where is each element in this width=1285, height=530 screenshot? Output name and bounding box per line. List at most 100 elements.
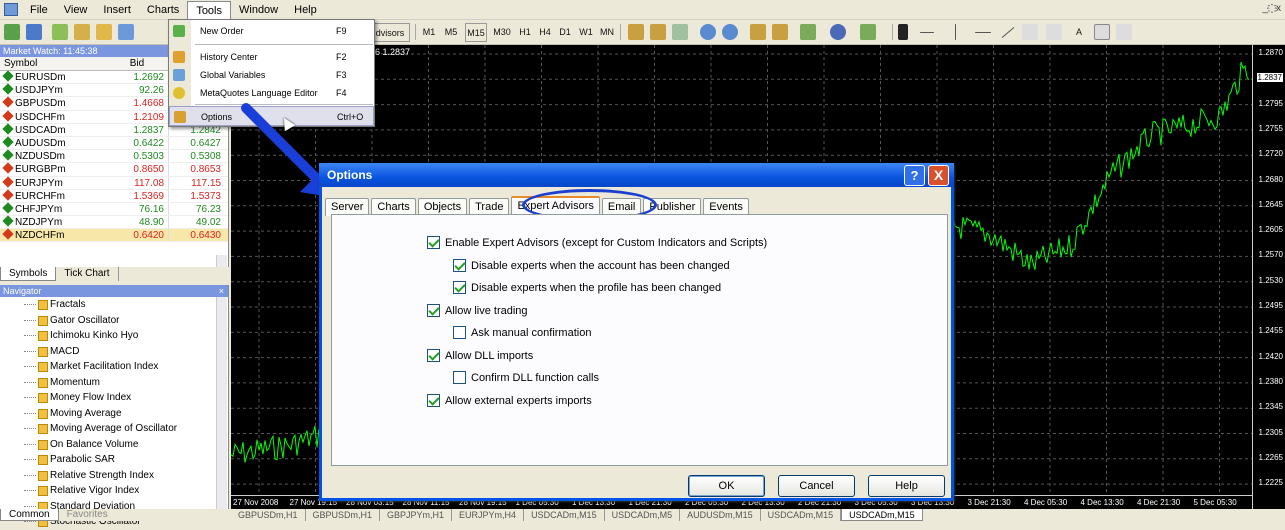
new-chart-icon[interactable] bbox=[4, 24, 20, 40]
chart-tab[interactable]: AUDUSDm,M15 bbox=[680, 509, 761, 521]
chart-tab[interactable]: USDCADm,M15 bbox=[761, 509, 842, 521]
column-bid[interactable]: Bid bbox=[110, 57, 169, 70]
expert-advisors-button[interactable]: dvisors bbox=[370, 23, 410, 42]
profiles-icon[interactable] bbox=[26, 24, 42, 40]
navigator-item[interactable]: Relative Strength Index bbox=[0, 468, 228, 484]
navigator-icon[interactable] bbox=[96, 24, 112, 40]
chart-tab[interactable]: GBPUSDm,H1 bbox=[231, 509, 306, 521]
tab-tick-chart[interactable]: Tick Chart bbox=[56, 267, 119, 281]
checkbox[interactable] bbox=[453, 371, 466, 384]
periods-icon[interactable] bbox=[830, 24, 846, 40]
timeframe-d1[interactable]: D1 bbox=[557, 23, 573, 42]
indicators-icon[interactable] bbox=[800, 24, 816, 40]
option-allow-live-trading[interactable]: Allow live trading bbox=[427, 304, 528, 317]
navigator-item[interactable]: Parabolic SAR bbox=[0, 452, 228, 468]
navigator-item[interactable]: Market Facilitation Index bbox=[0, 359, 228, 375]
chart-tab[interactable]: GBPUSDm,H1 bbox=[306, 509, 381, 521]
navigator-item[interactable]: On Balance Volume bbox=[0, 437, 228, 453]
menu-tools[interactable]: Tools bbox=[187, 0, 231, 21]
navigator-item[interactable]: Ichimoku Kinko Hyo bbox=[0, 328, 228, 344]
menu-global-variables[interactable]: Global Variables F3 bbox=[169, 65, 374, 85]
timeframe-mn[interactable]: MN bbox=[598, 23, 616, 42]
checkbox[interactable] bbox=[453, 326, 466, 339]
help-icon[interactable]: ? bbox=[904, 165, 925, 186]
checkbox[interactable] bbox=[427, 349, 440, 362]
navigator-item[interactable]: Fractals bbox=[0, 297, 228, 313]
option-allow-external-imports[interactable]: Allow external experts imports bbox=[427, 394, 592, 407]
close-icon[interactable]: × bbox=[219, 285, 224, 297]
line-chart-icon[interactable] bbox=[672, 24, 688, 40]
text-label-icon[interactable] bbox=[1094, 24, 1110, 40]
navigator-item[interactable]: Money Flow Index bbox=[0, 390, 228, 406]
navigator-scrollbar[interactable] bbox=[216, 297, 227, 509]
minimize-button[interactable]: _ bbox=[1262, 3, 1268, 14]
chart-tab[interactable]: GBPJPYm,H1 bbox=[380, 509, 453, 521]
option-disable-on-account-change[interactable]: Disable experts when the account has bee… bbox=[453, 259, 730, 272]
menu-history-center[interactable]: History Center F2 bbox=[169, 47, 374, 67]
tab-favorites[interactable]: Favorites bbox=[59, 509, 116, 521]
checkbox[interactable] bbox=[427, 236, 440, 249]
trendline-icon[interactable] bbox=[1001, 26, 1015, 39]
chart-tab[interactable]: USDCADm,M15 bbox=[841, 509, 923, 521]
close-dialog-icon[interactable]: X bbox=[928, 165, 949, 186]
navigator-item[interactable]: MACD bbox=[0, 344, 228, 360]
market-watch-row[interactable]: EURJPYm 117.08 117.15 bbox=[0, 175, 228, 190]
menu-window[interactable]: Window bbox=[231, 1, 286, 19]
autoscroll-icon[interactable] bbox=[750, 24, 766, 40]
timeframe-h4[interactable]: H4 bbox=[537, 23, 553, 42]
bar-chart-icon[interactable] bbox=[628, 24, 644, 40]
market-watch-icon[interactable] bbox=[52, 24, 68, 40]
market-watch-row[interactable]: EURCHFm 1.5369 1.5373 bbox=[0, 189, 228, 203]
candlestick-icon[interactable] bbox=[650, 24, 666, 40]
menu-new-order[interactable]: New Order F9 bbox=[169, 21, 374, 41]
chart-tab[interactable]: EURJPYm,H4 bbox=[452, 509, 525, 521]
tab-common[interactable]: Common bbox=[0, 509, 59, 521]
zoom-out-icon[interactable] bbox=[722, 24, 738, 40]
market-watch-row[interactable]: AUDUSDm 0.6422 0.6427 bbox=[0, 136, 228, 151]
option-allow-dll-imports[interactable]: Allow DLL imports bbox=[427, 349, 533, 362]
menu-help[interactable]: Help bbox=[286, 1, 325, 19]
terminal-icon[interactable] bbox=[118, 24, 134, 40]
fibonacci-icon[interactable] bbox=[1046, 24, 1062, 40]
option-enable-expert-advisors[interactable]: Enable Expert Advisors (except for Custo… bbox=[427, 236, 767, 249]
option-ask-manual-confirmation[interactable]: Ask manual confirmation bbox=[453, 326, 591, 339]
cancel-button[interactable]: Cancel bbox=[778, 475, 855, 497]
market-watch-row[interactable]: NZDCHFm 0.6420 0.6430 bbox=[0, 228, 228, 243]
navigator-item[interactable]: Gator Oscillator bbox=[0, 313, 228, 329]
cursor-icon[interactable] bbox=[898, 24, 908, 40]
market-watch-row[interactable]: NZDUSDm 0.5303 0.5308 bbox=[0, 149, 228, 164]
option-confirm-dll-calls[interactable]: Confirm DLL function calls bbox=[453, 371, 599, 384]
checkbox[interactable] bbox=[427, 394, 440, 407]
chart-tab[interactable]: USDCADm,M5 bbox=[605, 509, 681, 521]
chart-shift-icon[interactable] bbox=[772, 24, 788, 40]
checkbox[interactable] bbox=[453, 281, 466, 294]
menu-insert[interactable]: Insert bbox=[95, 1, 139, 19]
text-tool-button[interactable]: A bbox=[1072, 23, 1086, 42]
chart-tab[interactable]: USDCADm,M15 bbox=[524, 509, 605, 521]
column-symbol[interactable]: Symbol bbox=[0, 57, 110, 70]
menu-view[interactable]: View bbox=[56, 1, 96, 19]
checkbox[interactable] bbox=[427, 304, 440, 317]
horizontal-line-icon[interactable] bbox=[975, 32, 991, 33]
navigator-item[interactable]: Moving Average of Oscillator bbox=[0, 421, 228, 437]
timeframe-h1[interactable]: H1 bbox=[517, 23, 533, 42]
vertical-line-icon[interactable] bbox=[955, 24, 956, 40]
channel-icon[interactable] bbox=[1022, 24, 1038, 40]
templates-icon[interactable] bbox=[860, 24, 876, 40]
timeframe-m5[interactable]: M5 bbox=[442, 23, 460, 42]
timeframe-m15[interactable]: M15 bbox=[465, 23, 487, 42]
arrows-icon[interactable] bbox=[1116, 24, 1132, 40]
timeframe-m1[interactable]: M1 bbox=[420, 23, 438, 42]
navigator-item[interactable]: Momentum bbox=[0, 375, 228, 391]
navigator-item[interactable]: Relative Vigor Index bbox=[0, 483, 228, 499]
tab-symbols[interactable]: Symbols bbox=[0, 267, 57, 281]
data-window-icon[interactable] bbox=[74, 24, 90, 40]
market-watch-row[interactable]: EURGBPm 0.8650 0.8653 bbox=[0, 162, 228, 177]
market-watch-row[interactable]: CHFJPYm 76.16 76.23 bbox=[0, 202, 228, 217]
timeframe-m30[interactable]: M30 bbox=[491, 23, 513, 42]
zoom-in-icon[interactable] bbox=[700, 24, 716, 40]
menu-charts[interactable]: Charts bbox=[139, 1, 187, 19]
menu-file[interactable]: File bbox=[22, 1, 56, 19]
menu-options[interactable]: Options Ctrl+O bbox=[169, 106, 374, 126]
market-watch-row[interactable]: NZDJPYm 48.90 49.02 bbox=[0, 215, 228, 230]
